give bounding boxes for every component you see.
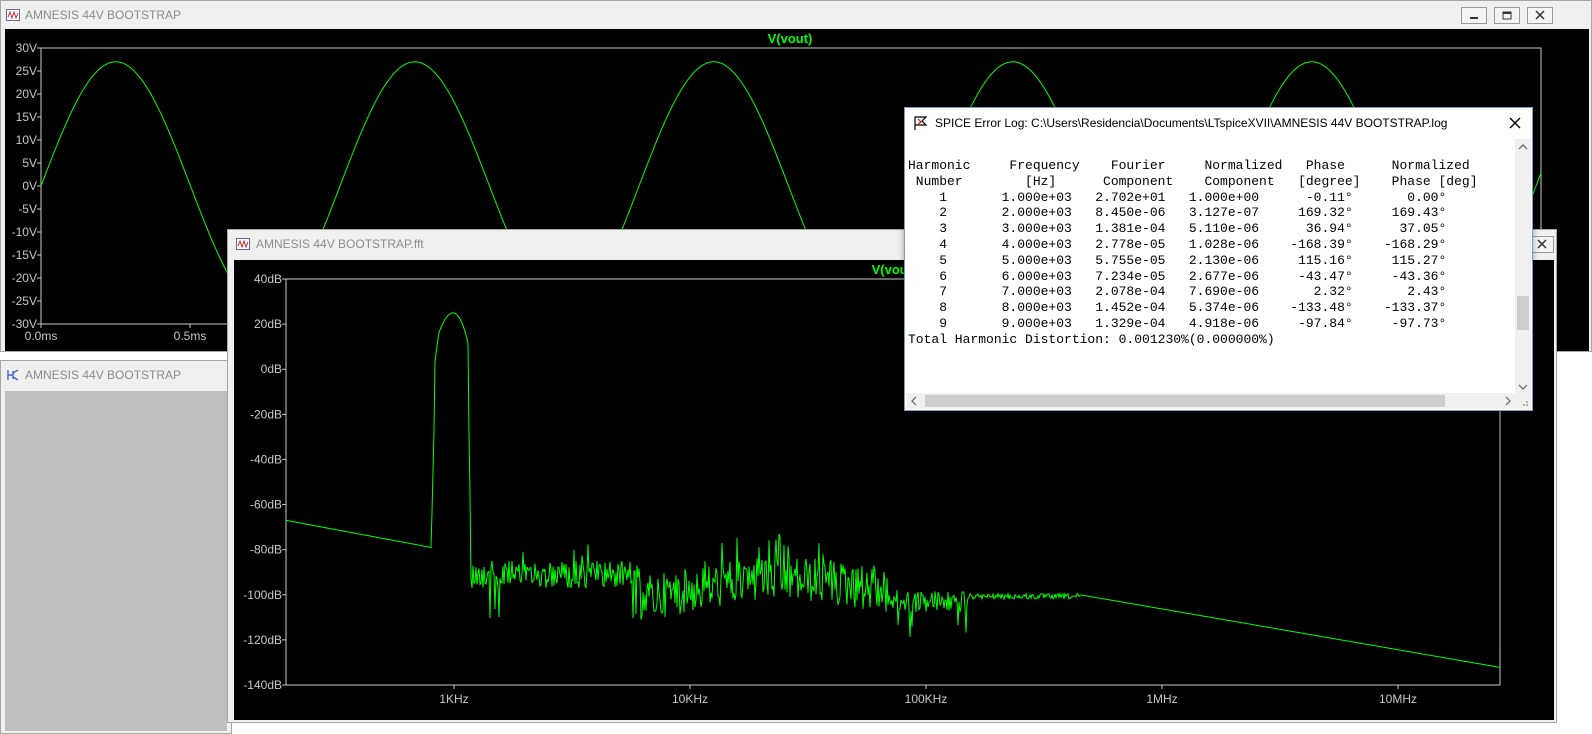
- schematic-canvas[interactable]: [5, 391, 227, 731]
- waveform-app-icon: [236, 238, 250, 250]
- time-y-tick-label: 10V: [16, 133, 37, 147]
- time-y-tick-label: -25V: [12, 294, 37, 308]
- time-y-tick-label: 30V: [16, 41, 37, 55]
- time-y-tick-label: -20V: [12, 271, 37, 285]
- time-window-titlebar[interactable]: AMNESIS 44V BOOTSTRAP: [1, 1, 1591, 29]
- table-row: 2 2.000e+03 8.450e-06 3.127e-07 169.32° …: [908, 205, 1447, 221]
- time-y-tick-label: -5V: [18, 202, 37, 216]
- restore-button[interactable]: [1494, 7, 1520, 24]
- time-window-title: AMNESIS 44V BOOTSTRAP: [25, 8, 182, 22]
- close-button[interactable]: [1527, 7, 1553, 24]
- spice-error-log-window[interactable]: SPICE Error Log: C:\Users\Residencia\Doc…: [904, 107, 1533, 411]
- log-window-title: SPICE Error Log: C:\Users\Residencia\Doc…: [935, 116, 1448, 130]
- schematic-window[interactable]: AMNESIS 44V BOOTSTRAP: [0, 360, 232, 734]
- table-row: 9 9.000e+03 1.329e-04 4.918e-06 -97.84° …: [908, 315, 1447, 331]
- fft-y-tick-label: 20dB: [254, 317, 282, 331]
- resize-grip-icon: [1523, 401, 1528, 406]
- schematic-app-icon: [7, 369, 19, 381]
- resize-grip[interactable]: [1515, 393, 1531, 409]
- fft-close-button[interactable]: [1530, 236, 1554, 253]
- log-close-button[interactable]: [1504, 112, 1526, 134]
- fft-window-title: AMNESIS 44V BOOTSTRAP.fft: [256, 237, 424, 251]
- restore-icon: [1502, 11, 1512, 20]
- horizontal-scroll-thumb[interactable]: [925, 395, 1445, 407]
- close-icon: [1509, 117, 1521, 129]
- fft-y-tick-label: -60dB: [250, 498, 282, 512]
- fft-x-tick-label: 1MHz: [1146, 692, 1177, 706]
- schematic-window-titlebar[interactable]: AMNESIS 44V BOOTSTRAP: [1, 361, 231, 389]
- horizontal-scrollbar[interactable]: [906, 393, 1516, 409]
- log-window-titlebar[interactable]: SPICE Error Log: C:\Users\Residencia\Doc…: [905, 108, 1532, 138]
- table-row: 8 8.000e+03 1.452e-04 5.374e-06 -133.48°…: [908, 300, 1447, 316]
- fft-y-tick-label: -40dB: [250, 452, 282, 466]
- time-y-tick-label: -15V: [12, 248, 37, 262]
- scroll-right-icon[interactable]: [1500, 393, 1516, 409]
- fft-y-tick-label: -20dB: [250, 407, 282, 421]
- fourier-table: Harmonic Frequency Fourier Normalized Ph…: [908, 158, 1478, 348]
- time-y-tick-label: 25V: [16, 64, 37, 78]
- fft-y-tick-label: -100dB: [243, 588, 282, 602]
- time-y-tick-label: 15V: [16, 110, 37, 124]
- waveform-app-icon: [6, 9, 20, 21]
- fft-x-tick-label: 10KHz: [672, 692, 708, 706]
- fft-y-tick-label: 0dB: [261, 362, 282, 376]
- fft-y-tick-label: -80dB: [250, 543, 282, 557]
- vertical-scrollbar[interactable]: [1515, 139, 1531, 395]
- time-y-tick-label: 20V: [16, 87, 37, 101]
- scroll-up-icon[interactable]: [1515, 139, 1531, 155]
- table-row: 3 3.000e+03 1.381e-04 5.110e-06 36.94° 3…: [908, 221, 1447, 237]
- close-icon: [1535, 10, 1545, 20]
- minimize-icon: [1470, 17, 1478, 19]
- time-x-tick-label: 0.5ms: [174, 329, 207, 343]
- table-header-row-1: Harmonic Frequency Fourier Normalized Ph…: [908, 158, 1470, 173]
- table-row: 6 6.000e+03 7.234e-05 2.677e-06 -43.47° …: [908, 268, 1447, 284]
- time-trace-title: V(vout): [768, 31, 813, 46]
- table-row: 5 5.000e+03 5.755e-05 2.130e-06 115.16° …: [908, 252, 1447, 268]
- table-header-row-2: Number [Hz] Component Component [degree]…: [908, 173, 1478, 189]
- time-y-tick-label: 5V: [22, 156, 37, 170]
- log-text-area[interactable]: Harmonic Frequency Fourier Normalized Ph…: [906, 139, 1516, 395]
- schematic-window-title: AMNESIS 44V BOOTSTRAP: [25, 368, 182, 382]
- scroll-left-icon[interactable]: [906, 393, 922, 409]
- fft-y-tick-label: 40dB: [254, 272, 282, 286]
- fft-y-tick-label: -140dB: [243, 678, 282, 692]
- fft-x-tick-label: 100KHz: [905, 692, 948, 706]
- fft-y-tick-label: -120dB: [243, 633, 282, 647]
- table-row: 4 4.000e+03 2.778e-05 1.028e-06 -168.39°…: [908, 236, 1447, 252]
- fft-x-tick-label: 10MHz: [1379, 692, 1417, 706]
- table-row: 7 7.000e+03 2.078e-04 7.690e-06 2.32° 2.…: [908, 284, 1447, 300]
- close-icon: [1537, 239, 1547, 249]
- time-x-tick-label: 0.0ms: [25, 329, 58, 343]
- spice-log-icon: [914, 116, 928, 130]
- thd-line: Total Harmonic Distortion: 0.001230%(0.0…: [908, 331, 1275, 347]
- time-y-tick-label: -10V: [12, 225, 37, 239]
- minimize-button[interactable]: [1461, 7, 1487, 24]
- time-y-tick-label: 0V: [22, 179, 37, 193]
- fft-x-tick-label: 1KHz: [439, 692, 468, 706]
- vertical-scroll-thumb[interactable]: [1517, 296, 1529, 330]
- table-row: 1 1.000e+03 2.702e+01 1.000e+00 -0.11° 0…: [908, 189, 1447, 205]
